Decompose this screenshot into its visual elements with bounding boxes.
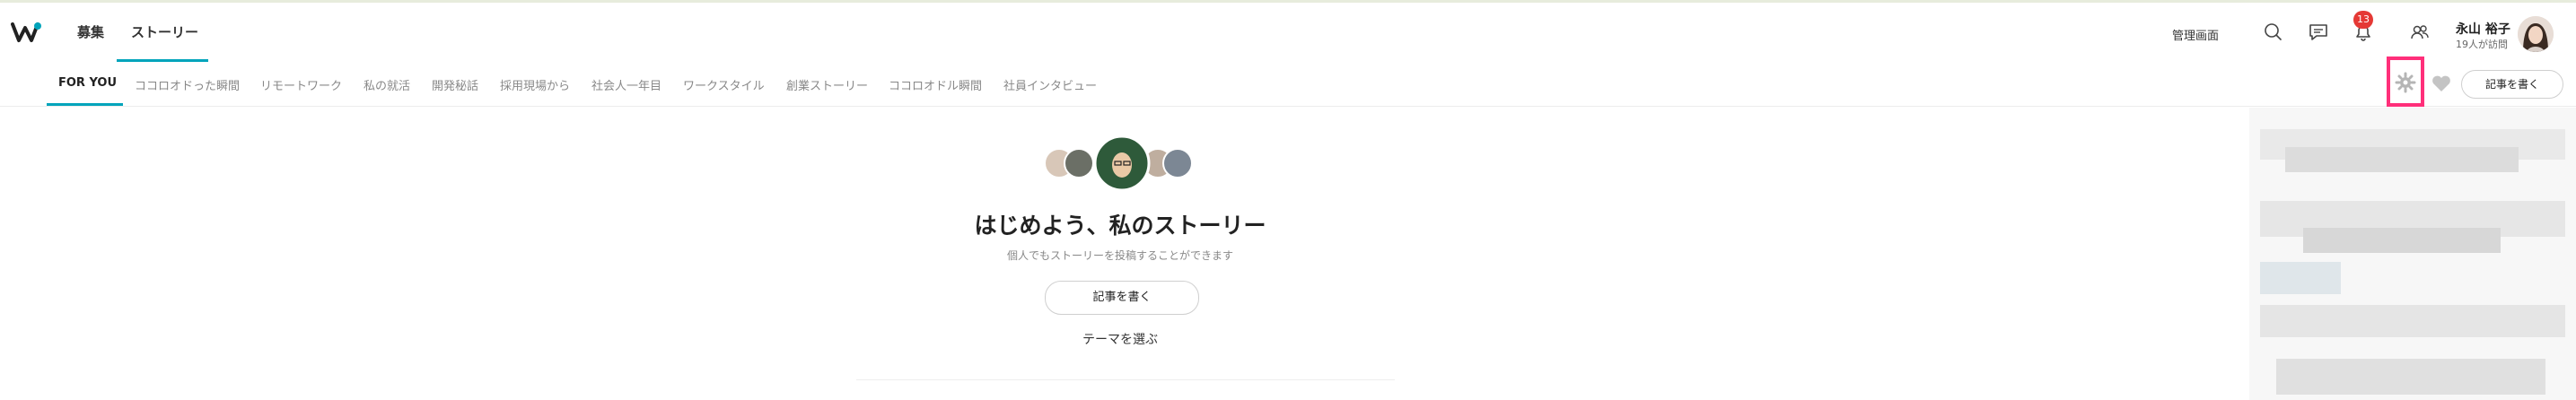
category-tab[interactable]: ココロオドった瞬間 bbox=[135, 76, 240, 93]
nav-tab-story[interactable]: ストーリー bbox=[131, 22, 198, 41]
category-tab[interactable]: ワークスタイル bbox=[683, 76, 765, 93]
app-header: 募集 ストーリー 管理画面 13 永山 裕子 19人が訪問 bbox=[0, 3, 2576, 62]
gear-icon[interactable] bbox=[2394, 71, 2417, 94]
notification-badge: 13 bbox=[2353, 11, 2373, 29]
heart-icon[interactable] bbox=[2431, 74, 2452, 93]
category-tab[interactable]: リモートワーク bbox=[260, 76, 342, 93]
category-tab[interactable]: 創業ストーリー bbox=[786, 76, 868, 93]
category-tab[interactable]: 社会人一年目 bbox=[591, 76, 662, 93]
user-name[interactable]: 永山 裕子 bbox=[2456, 20, 2510, 38]
visitor-count: 19人が訪問 bbox=[2456, 39, 2508, 50]
category-nav: FOR YOU ココロオドった瞬間 リモートワーク 私の就活 開発秘話 採用現場… bbox=[0, 61, 2576, 107]
category-tab[interactable]: 私の就活 bbox=[364, 76, 410, 93]
category-active-indicator bbox=[47, 103, 123, 106]
write-article-button[interactable]: 記事を書く bbox=[2461, 70, 2563, 99]
nav-tab-recruit[interactable]: 募集 bbox=[77, 22, 104, 41]
admin-link[interactable]: 管理画面 bbox=[2172, 26, 2219, 43]
category-tab-for-you[interactable]: FOR YOU bbox=[58, 76, 117, 90]
category-tab[interactable]: 開発秘話 bbox=[432, 76, 478, 93]
empty-state-subline: 個人でもストーリーを投稿することができます bbox=[1006, 249, 1233, 262]
content-divider bbox=[856, 379, 1395, 380]
blurred-side-panel bbox=[2249, 108, 2576, 400]
message-icon[interactable] bbox=[2307, 21, 2330, 44]
category-tab[interactable]: 採用現場から bbox=[500, 76, 570, 93]
category-tab[interactable]: 社員インタビュー bbox=[1003, 76, 1097, 93]
search-icon[interactable] bbox=[2262, 21, 2285, 44]
write-story-button[interactable]: 記事を書く bbox=[1045, 281, 1199, 315]
people-icon[interactable] bbox=[2408, 21, 2431, 44]
category-tab[interactable]: ココロオドル瞬間 bbox=[889, 76, 982, 93]
logo-dot bbox=[34, 22, 41, 30]
user-avatar[interactable] bbox=[2518, 16, 2554, 52]
avatar-cluster bbox=[1043, 133, 1205, 196]
empty-state-headline: はじめよう、私のストーリー bbox=[974, 213, 1266, 239]
choose-theme-link[interactable]: テーマを選ぶ bbox=[1030, 330, 1210, 348]
